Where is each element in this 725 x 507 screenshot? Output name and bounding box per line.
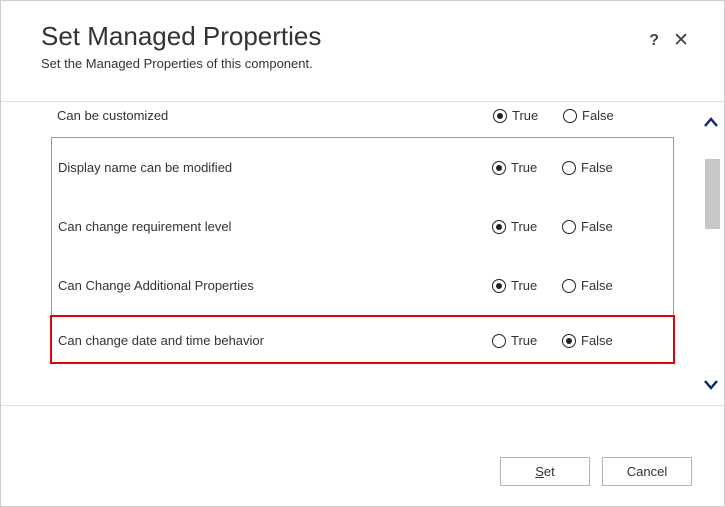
label-display-name-modifiable: Display name can be modified [58,160,492,175]
scrollbar[interactable] [700,104,722,403]
radio-false-label: False [582,108,614,123]
radio-true-label: True [511,219,537,234]
dialog-title: Set Managed Properties [41,21,684,52]
radio-display-name-false[interactable]: False [562,160,632,175]
radio-circle-icon [493,109,507,123]
help-icon[interactable]: ? [649,33,659,49]
dependent-properties-box: Display name can be modified True False [51,137,674,363]
radios-can-be-customized: True False [493,108,668,123]
radio-true-label: True [511,333,537,348]
radio-circle-icon [492,334,506,348]
radios-date-time-behavior: True False [492,333,667,348]
radios-display-name-modifiable: True False [492,160,667,175]
radio-circle-icon [562,161,576,175]
radio-can-be-customized-true[interactable]: True [493,108,563,123]
radio-requirement-level-true[interactable]: True [492,219,562,234]
radio-circle-icon [563,109,577,123]
cancel-button[interactable]: Cancel [602,457,692,486]
dialog-footer: Set Cancel [500,457,692,486]
radio-date-time-false[interactable]: False [562,333,632,348]
row-display-name-modifiable: Display name can be modified True False [52,138,673,197]
radio-circle-icon [492,220,506,234]
radio-circle-icon [562,279,576,293]
close-icon[interactable]: ✕ [673,31,689,50]
radio-false-label: False [581,278,613,293]
label-requirement-level: Can change requirement level [58,219,492,234]
set-label-tail: et [544,464,555,479]
radio-false-label: False [581,160,613,175]
radio-additional-properties-true[interactable]: True [492,278,562,293]
row-can-change-requirement-level: Can change requirement level True False [52,197,673,256]
content-area: Can be customized True False Display nam… [1,101,724,406]
radio-true-label: True [512,108,538,123]
row-can-change-date-time-behavior: Can change date and time behavior True F… [52,317,673,362]
header-controls: ? ✕ [649,31,689,50]
label-date-time-behavior: Can change date and time behavior [58,333,492,348]
radios-requirement-level: True False [492,219,667,234]
radio-true-label: True [511,160,537,175]
radio-requirement-level-false[interactable]: False [562,219,632,234]
set-button[interactable]: Set [500,457,590,486]
radio-circle-icon [562,334,576,348]
radio-false-label: False [581,219,613,234]
scroll-down-icon[interactable] [700,365,722,403]
radio-circle-icon [562,220,576,234]
radio-circle-icon [492,279,506,293]
dialog-subtitle: Set the Managed Properties of this compo… [41,56,684,71]
scroll-up-icon[interactable] [700,104,722,142]
label-additional-properties: Can Change Additional Properties [58,278,492,293]
radio-can-be-customized-false[interactable]: False [563,108,633,123]
managed-properties-dialog: Set Managed Properties Set the Managed P… [1,1,724,506]
radio-display-name-true[interactable]: True [492,160,562,175]
scroll-thumb[interactable] [705,159,720,229]
radio-true-label: True [511,278,537,293]
dialog-header: Set Managed Properties Set the Managed P… [1,21,724,71]
row-can-change-additional-properties: Can Change Additional Properties True Fa… [52,256,673,315]
content-scroll: Can be customized True False Display nam… [1,102,724,405]
radio-false-label: False [581,333,613,348]
radios-additional-properties: True False [492,278,667,293]
row-can-be-customized: Can be customized True False [51,102,674,129]
radio-circle-icon [492,161,506,175]
label-can-be-customized: Can be customized [57,108,493,123]
row-can-change-date-time-behavior-highlight: Can change date and time behavior True F… [50,315,675,364]
radio-additional-properties-false[interactable]: False [562,278,632,293]
radio-date-time-true[interactable]: True [492,333,562,348]
